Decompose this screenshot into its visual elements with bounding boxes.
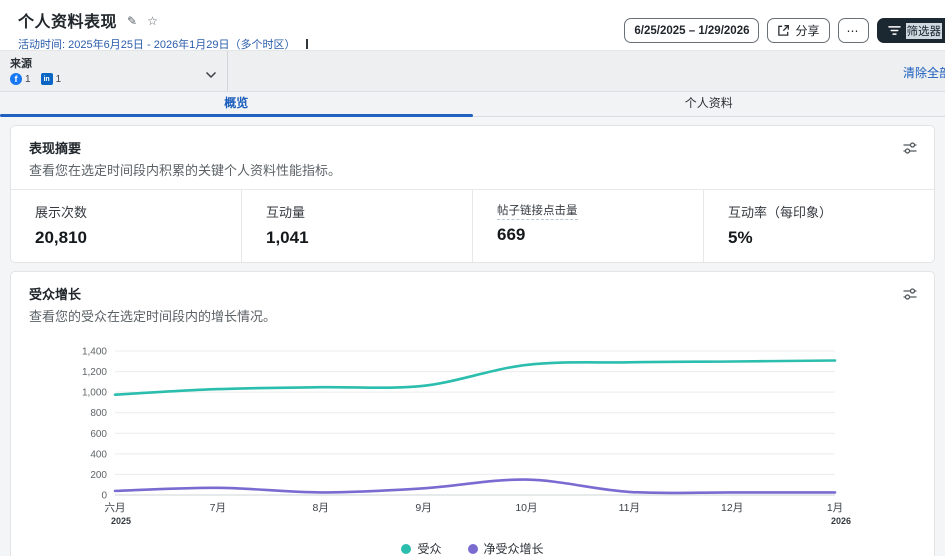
chart-legend: 受众 净受众增长: [11, 536, 934, 556]
edit-title-icon[interactable]: ✎: [127, 14, 137, 28]
metric-engagement-rate: 互动率（每印象） 5%: [703, 190, 934, 262]
svg-text:8月: 8月: [313, 502, 329, 514]
tab-profiles[interactable]: 个人资料: [473, 92, 945, 116]
legend-item-net-growth[interactable]: 净受众增长: [467, 540, 544, 556]
svg-text:2025: 2025: [111, 516, 131, 526]
metric-post-link-clicks: 帖子链接点击量 669: [472, 190, 703, 262]
summary-settings-button[interactable]: [902, 140, 918, 159]
svg-text:2026: 2026: [831, 516, 851, 526]
share-button[interactable]: 分享: [767, 18, 830, 43]
svg-text:10月: 10月: [515, 502, 537, 514]
text-cursor-mark: [305, 39, 308, 49]
source-filter-label: 来源: [10, 58, 32, 70]
svg-text:0: 0: [101, 491, 107, 502]
clear-all-filters-link[interactable]: 清除全部: [903, 64, 945, 81]
filter-icon: [887, 25, 901, 36]
performance-summary-card: 表现摘要 查看您在选定时间段内积累的关键个人资料性能指标。 展示次数 20,81…: [10, 125, 935, 263]
svg-text:1,000: 1,000: [82, 388, 107, 399]
audience-legend-dot: [401, 543, 412, 554]
svg-text:800: 800: [90, 408, 107, 419]
sliders-icon: [902, 142, 918, 159]
svg-text:200: 200: [90, 470, 107, 481]
audience-growth-settings-button[interactable]: [902, 286, 918, 305]
more-options-button[interactable]: ⋯: [837, 18, 869, 43]
tab-overview[interactable]: 概览: [0, 92, 473, 117]
page-title: 个人资料表现: [18, 14, 118, 31]
legend-item-audience[interactable]: 受众: [401, 540, 442, 556]
summary-description: 查看您在选定时间段内积累的关键个人资料性能指标。: [29, 163, 342, 178]
audience-growth-title: 受众增长: [29, 287, 82, 302]
svg-text:11月: 11月: [619, 502, 640, 514]
summary-title: 表现摘要: [29, 141, 82, 156]
net-growth-legend-dot: [467, 543, 478, 554]
svg-text:12月: 12月: [721, 502, 743, 514]
audience-growth-card: 受众增长 查看您的受众在选定时间段内的增长情况。 0 200 400 600 800 1,…: [10, 271, 935, 556]
svg-text:7月: 7月: [210, 502, 226, 514]
svg-text:1,400: 1,400: [82, 347, 107, 358]
filters-button[interactable]: 筛选器: [876, 18, 945, 43]
svg-text:1,200: 1,200: [82, 367, 107, 378]
date-range-button[interactable]: 6/25/2025 – 1/29/2026: [624, 18, 760, 43]
facebook-icon: f: [10, 73, 22, 85]
linkedin-icon: in: [40, 73, 53, 85]
source-filter-dropdown[interactable]: 来源 f 1 in 1: [0, 51, 228, 91]
metric-engagements: 互动量 1,041: [241, 190, 472, 262]
metrics-row: 展示次数 20,810 互动量 1,041 帖子链接点击量 669 互动率（每印…: [11, 189, 934, 262]
svg-text:1月: 1月: [827, 502, 843, 514]
audience-growth-description: 查看您的受众在选定时间段内的增长情况。: [29, 309, 277, 324]
metric-impressions: 展示次数 20,810: [35, 205, 88, 247]
share-icon: [777, 24, 790, 37]
report-tabs: 概览 个人资料: [0, 92, 945, 117]
audience-growth-chart: 0 200 400 600 800 1,000 1,200 1,400 六月 2025 7月 8月 9月…: [82, 347, 851, 527]
favorite-star-icon[interactable]: ☆: [147, 14, 158, 28]
chevron-down-icon: [205, 66, 217, 84]
svg-text:六月: 六月: [105, 502, 126, 514]
filter-bar: 来源 f 1 in 1 清除全部: [0, 50, 945, 92]
report-header: 个人资料表现 ✎ ☆ 活动时间: 2025年6月25日 - 2026年1月29日…: [0, 0, 945, 51]
sliders-icon: [902, 288, 918, 305]
svg-text:9月: 9月: [415, 502, 431, 514]
svg-text:400: 400: [90, 449, 107, 460]
linkedin-source-chip: in 1: [40, 73, 61, 85]
facebook-source-chip: f 1: [10, 73, 31, 85]
svg-text:600: 600: [90, 429, 107, 440]
